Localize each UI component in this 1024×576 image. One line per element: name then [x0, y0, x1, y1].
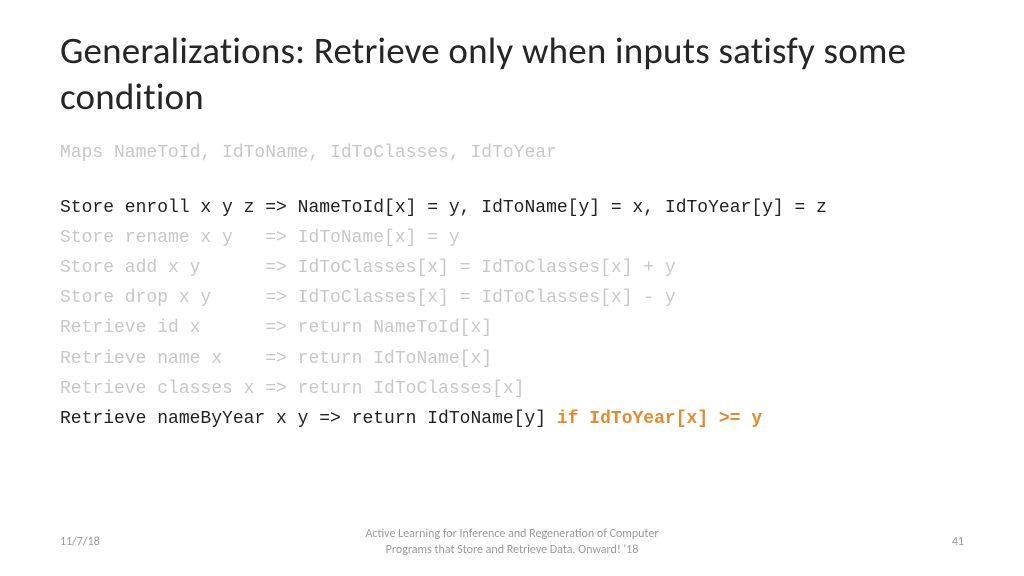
code-line-enroll: Store enroll x y z => NameToId[x] = y, I… [60, 193, 964, 223]
maps-declaration: Maps NameToId, IdToName, IdToClasses, Id… [60, 143, 964, 163]
code-line-retrieve-id: Retrieve id x => return NameToId[x] [60, 313, 964, 343]
code-line-rename: Store rename x y => IdToName[x] = y [60, 223, 964, 253]
code-line-retrieve-classes: Retrieve classes x => return IdToClasses… [60, 374, 964, 404]
footer-title: Active Learning for Inference and Regene… [180, 526, 844, 558]
footer-title-line1: Active Learning for Inference and Regene… [180, 526, 844, 542]
footer-date: 11/7/18 [60, 535, 180, 549]
code-line-add: Store add x y => IdToClasses[x] = IdToCl… [60, 253, 964, 283]
slide: Generalizations: Retrieve only when inpu… [0, 0, 1024, 434]
code-line-drop: Store drop x y => IdToClasses[x] = IdToC… [60, 283, 964, 313]
slide-footer: 11/7/18 Active Learning for Inference an… [0, 526, 1024, 558]
code-line-retrieve-namebyyear: Retrieve nameByYear x y => return IdToNa… [60, 404, 964, 434]
footer-page-number: 41 [844, 535, 964, 549]
footer-title-line2: Programs that Store and Retrieve Data. O… [180, 542, 844, 558]
code-text: Retrieve nameByYear x y => return IdToNa… [60, 409, 557, 429]
code-block: Store enroll x y z => NameToId[x] = y, I… [60, 193, 964, 435]
code-line-retrieve-name: Retrieve name x => return IdToName[x] [60, 344, 964, 374]
slide-title: Generalizations: Retrieve only when inpu… [60, 28, 964, 121]
code-condition-highlight: if IdToYear[x] >= y [557, 409, 762, 429]
